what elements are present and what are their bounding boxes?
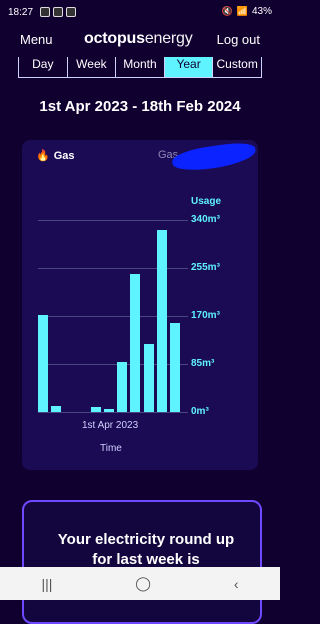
legend-gas[interactable]: 🔥 Gas: [36, 149, 75, 163]
chart-bar-apr[interactable]: [38, 314, 48, 412]
tab-year[interactable]: Year: [163, 57, 213, 78]
promo-text: Your electricity round up for last week …: [57, 531, 235, 568]
system-nav-bar: ||| ◯ ‹: [0, 567, 280, 600]
logout-button[interactable]: Log out: [217, 32, 260, 47]
app-header: Menu octopusenergy Log out: [0, 28, 280, 56]
legend-gas-label: Gas: [53, 149, 75, 162]
electricity-roundup-card[interactable]: Your electricity round up for last week …: [22, 500, 262, 624]
period-tabs: Day Week Month Year Custom: [18, 57, 262, 81]
gridline: [38, 412, 188, 413]
back-icon[interactable]: ‹: [234, 576, 239, 592]
chart-bar-sep[interactable]: [104, 408, 114, 412]
chart-bar-nov[interactable]: [130, 273, 141, 412]
status-bar: 18:27 🔇 📶 43%: [0, 0, 280, 26]
mute-icon: 🔇: [221, 6, 233, 16]
flame-icon: 🔥: [36, 150, 50, 162]
recents-icon[interactable]: |||: [41, 576, 52, 592]
logo-bold: octopus: [84, 30, 145, 47]
logo-light: energy: [144, 30, 193, 47]
notification-icon: [53, 7, 63, 17]
tab-month[interactable]: Month: [115, 57, 164, 78]
chart-bar-aug[interactable]: [90, 407, 101, 412]
home-icon[interactable]: ◯: [135, 575, 151, 592]
tab-custom[interactable]: Custom: [212, 57, 262, 78]
notification-icon: [66, 7, 76, 17]
tab-week[interactable]: Week: [66, 57, 116, 78]
octopus-logo: octopusenergy: [84, 30, 193, 48]
chart-bar-may[interactable]: [51, 406, 62, 412]
redaction-mark: [170, 140, 258, 174]
chart-bar-feb[interactable]: [170, 322, 180, 412]
notification-icon: [40, 7, 50, 17]
y-axis-title: Usage: [191, 196, 222, 207]
chart-bar-jan[interactable]: [156, 230, 167, 412]
notification-icons: [40, 7, 76, 17]
tab-day[interactable]: Day: [18, 57, 67, 78]
gridline: [38, 220, 188, 221]
y-tick-label: 340m³: [191, 214, 220, 225]
y-tick-label: 255m³: [191, 262, 220, 273]
chart-bar-dec[interactable]: [143, 344, 154, 412]
y-tick-label: 85m³: [191, 358, 215, 369]
date-range-title: 1st Apr 2023 - 18th Feb 2024: [39, 98, 241, 115]
chart-bar-oct[interactable]: [117, 362, 128, 412]
status-time: 18:27: [8, 7, 34, 18]
y-tick-label: 0m³: [191, 406, 209, 417]
status-right: 🔇 📶 43%: [222, 6, 272, 17]
menu-button[interactable]: Menu: [20, 32, 53, 47]
usage-chart-card: 🔥 Gas Gas Usage 340m³ 255m³ 170m³ 85m³ 0m³ 1…: [22, 140, 258, 470]
wifi-icon: 📶: [236, 6, 248, 16]
x-axis-start-label: 1st Apr 2023: [82, 420, 139, 431]
y-tick-label: 170m³: [191, 310, 220, 321]
x-axis-title: Time: [100, 443, 122, 454]
battery-text: 43%: [251, 6, 272, 17]
